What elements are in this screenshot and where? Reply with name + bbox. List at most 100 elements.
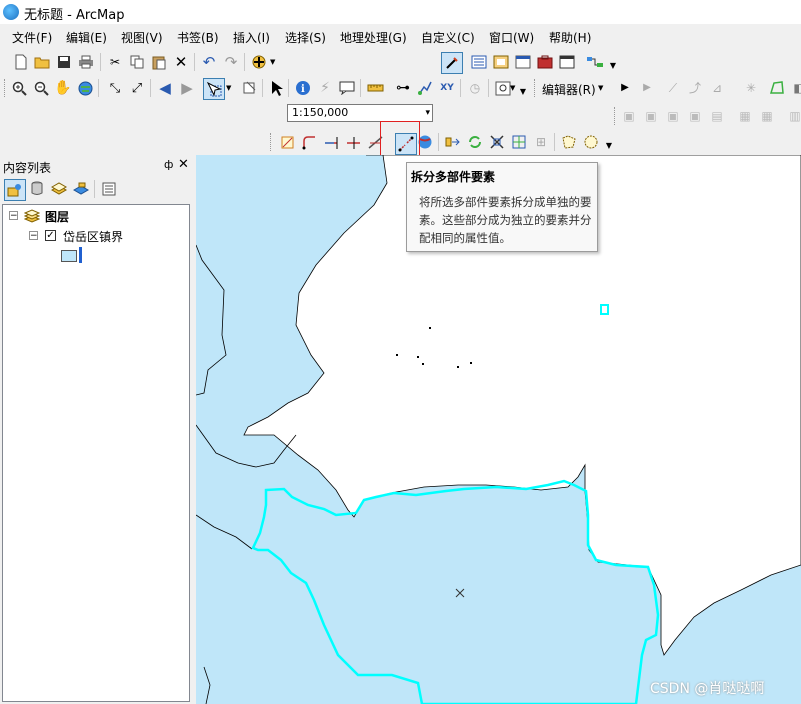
list-by-source-icon[interactable] [28,180,46,198]
layer-collapse-icon[interactable]: − [29,231,38,241]
menu-selection[interactable]: 选择(S) [285,29,326,46]
add-field-icon[interactable]: ⊞ [532,133,550,151]
arctoolbox-icon[interactable] [536,53,554,71]
go-to-xy-icon[interactable]: XY [438,79,456,97]
smooth-icon[interactable] [510,133,528,151]
menu-help[interactable]: 帮助(H) [549,29,591,46]
fillet-icon[interactable] [300,133,318,151]
map-scale-combobox[interactable]: 1:150,000 ▾ [287,104,433,122]
delete-icon[interactable]: ✕ [172,53,190,71]
pin-icon[interactable]: ф [164,158,173,171]
menu-geoprocessing[interactable]: 地理处理(G) [340,29,407,46]
topology-tool-icon[interactable]: ▣ [620,107,638,125]
edit-vertices-icon[interactable]: ✳ [742,79,760,97]
select-features-icon[interactable] [203,78,225,100]
new-document-icon[interactable] [12,53,30,71]
toolbar-grip[interactable] [270,133,274,151]
menu-file[interactable]: 文件(F) [12,29,52,46]
paste-icon[interactable] [150,53,168,71]
measure-icon[interactable] [366,79,384,97]
table-of-contents-icon[interactable] [470,53,488,71]
undo-icon[interactable]: ↶ [200,53,218,71]
catalog-icon[interactable] [492,53,510,71]
layer-visibility-checkbox[interactable]: ✓ [45,230,56,241]
topology-validate-icon[interactable]: ▤ [708,107,726,125]
add-data-icon[interactable] [250,53,268,71]
find-binoculars-icon[interactable]: ⊶ [394,79,412,97]
menu-view[interactable]: 视图(V) [121,29,163,46]
html-popup-icon[interactable] [338,79,356,97]
topology-merge-icon[interactable]: ▣ [642,107,660,125]
straight-segment-icon[interactable]: ⟋ [664,79,682,97]
topology-split-icon[interactable]: ▣ [664,107,682,125]
toolbar-options-icon[interactable]: ▼ [518,83,528,101]
menu-bookmarks[interactable]: 书签(B) [177,29,219,46]
toc-options-icon[interactable] [100,180,118,198]
print-icon[interactable] [77,53,95,71]
identify-icon[interactable]: i [294,79,312,97]
toolbar-separator [360,79,361,97]
close-icon[interactable]: ✕ [178,157,189,172]
find-route-icon[interactable] [416,79,434,97]
toolbar-grip[interactable] [4,79,8,97]
toolbar-options-icon[interactable]: ▼ [604,137,614,155]
menu-insert[interactable]: 插入(I) [233,29,270,46]
layers-group-collapse-icon[interactable]: − [9,211,18,221]
select-features-dropdown-icon[interactable]: ▼ [226,79,232,97]
menu-customize[interactable]: 自定义(C) [421,29,475,46]
fixed-zoom-in-icon[interactable]: ⤡ [106,79,124,97]
align-to-shape-icon[interactable] [444,133,462,151]
go-forward-icon[interactable]: ▶ [178,79,196,97]
construct-polygons-icon[interactable] [560,133,578,151]
menu-edit[interactable]: 编辑(E) [66,29,107,46]
list-by-visibility-icon[interactable] [50,180,68,198]
topology-error-icon[interactable]: ▦ [736,107,754,125]
trace-icon[interactable]: ⤴ [686,79,704,97]
zoom-out-icon[interactable] [32,79,50,97]
time-slider-icon[interactable]: ◷ [466,79,484,97]
editor-menu-button[interactable]: 编辑器(R) [542,81,596,98]
toolbar-grip[interactable] [534,79,538,97]
toolbar-grip[interactable] [614,107,618,125]
replace-geometry-icon[interactable] [466,133,484,151]
copy-icon[interactable] [128,53,146,71]
list-by-drawing-order-icon[interactable] [4,179,26,201]
clear-selection-icon[interactable] [240,79,258,97]
edit-tool-icon[interactable]: ▶ [616,79,634,97]
zoom-in-icon[interactable] [10,79,28,97]
hyperlink-icon[interactable]: ⚡ [316,79,334,97]
open-folder-icon[interactable] [33,53,51,71]
topology-fix-icon[interactable]: ▦ [758,107,776,125]
trim-icon[interactable] [344,133,362,151]
window-title: 无标题 - ArcMap [24,8,125,23]
fixed-zoom-out-icon[interactable]: ⤢ [128,79,146,97]
select-elements-icon[interactable] [268,79,286,97]
list-by-selection-icon[interactable] [72,180,90,198]
cut-polygons-icon[interactable]: ◧ [790,79,801,97]
viewer-dropdown-icon[interactable]: ▼ [510,79,516,97]
topology-construct-icon[interactable]: ▣ [686,107,704,125]
pan-hand-icon[interactable]: ✋ [54,79,72,97]
copy-features-icon[interactable] [278,133,296,151]
layer-symbol-swatch[interactable] [61,250,77,262]
modelbuilder-icon[interactable] [586,53,604,71]
add-data-dropdown-icon[interactable]: ▼ [270,53,276,71]
edit-annotation-icon[interactable]: ▶ [638,79,656,97]
cut-icon[interactable]: ✂ [106,53,124,71]
save-icon[interactable] [55,53,73,71]
menu-windows[interactable]: 窗口(W) [489,29,534,46]
editor-toolbar-icon[interactable] [441,52,463,74]
python-window-icon[interactable] [558,53,576,71]
extend-icon[interactable] [322,133,340,151]
copy-parallel-icon[interactable] [582,133,600,151]
generalize-icon[interactable] [488,133,506,151]
reshape-feature-icon[interactable] [768,79,786,97]
toolbar-options-icon[interactable]: ▼ [608,57,618,75]
search-window-icon[interactable] [514,53,532,71]
redo-icon[interactable]: ↷ [222,53,240,71]
editor-menu-dropdown-icon[interactable]: ▼ [598,79,604,97]
go-back-icon[interactable]: ◀ [156,79,174,97]
full-extent-icon[interactable] [76,79,94,97]
topology-inspector-icon[interactable]: ▥ [786,107,801,125]
point-icon[interactable]: ⊿ [708,79,726,97]
